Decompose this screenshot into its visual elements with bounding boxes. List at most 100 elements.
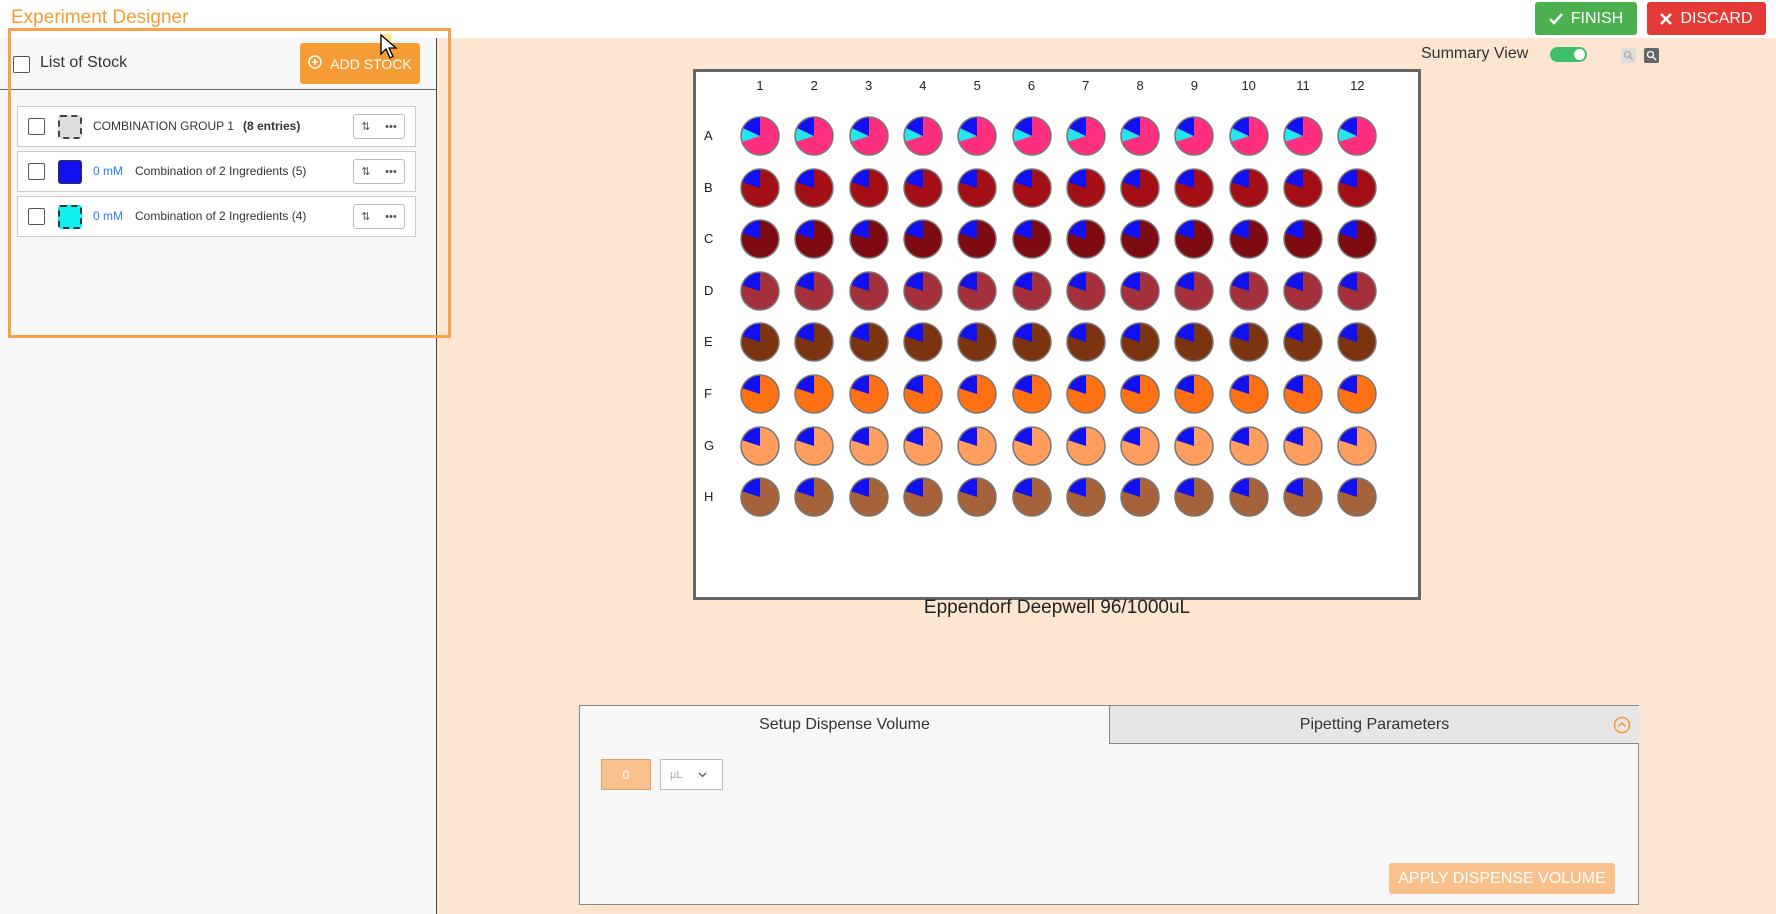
- well[interactable]: [1120, 167, 1160, 208]
- well[interactable]: [740, 219, 780, 259]
- well[interactable]: [848, 116, 889, 156]
- well[interactable]: [957, 167, 997, 208]
- well[interactable]: [1283, 219, 1323, 259]
- well[interactable]: [1120, 374, 1160, 414]
- well[interactable]: [1011, 219, 1052, 259]
- well[interactable]: [903, 374, 943, 414]
- well[interactable]: [1066, 116, 1106, 156]
- well[interactable]: [1283, 167, 1323, 208]
- well[interactable]: [1174, 271, 1215, 311]
- well[interactable]: [740, 477, 780, 517]
- well[interactable]: [1066, 167, 1106, 208]
- well[interactable]: [903, 271, 943, 311]
- well[interactable]: [794, 116, 835, 156]
- well[interactable]: [903, 116, 943, 156]
- well[interactable]: [1337, 425, 1378, 466]
- well[interactable]: [794, 167, 835, 208]
- volume-input[interactable]: 0: [601, 759, 651, 790]
- well[interactable]: [1337, 477, 1378, 517]
- tab-pipetting-parameters[interactable]: Pipetting Parameters: [1109, 706, 1639, 744]
- row-checkbox[interactable]: [28, 163, 45, 180]
- well[interactable]: [1120, 425, 1160, 466]
- well[interactable]: [1228, 425, 1269, 466]
- well[interactable]: [794, 271, 835, 311]
- well[interactable]: [1337, 219, 1378, 259]
- tab-setup-dispense-volume[interactable]: Setup Dispense Volume: [580, 706, 1109, 744]
- apply-dispense-volume-button[interactable]: APPLY DISPENSE VOLUME: [1389, 863, 1615, 894]
- row-checkbox[interactable]: [28, 118, 45, 135]
- stock-row[interactable]: 0 mM Combination of 2 Ingredients (5) ⇅ …: [17, 151, 416, 192]
- well[interactable]: [1066, 477, 1106, 517]
- concentration[interactable]: 0 mM: [93, 164, 123, 178]
- well[interactable]: [903, 167, 943, 208]
- well[interactable]: [1174, 425, 1215, 466]
- well[interactable]: [957, 271, 997, 311]
- color-swatch[interactable]: [58, 160, 82, 184]
- well[interactable]: [1174, 477, 1215, 517]
- concentration[interactable]: 0 mM: [93, 209, 123, 223]
- summary-view-toggle[interactable]: [1550, 47, 1587, 62]
- well[interactable]: [957, 425, 997, 466]
- well[interactable]: [848, 219, 889, 259]
- well[interactable]: [740, 116, 780, 156]
- well[interactable]: [848, 271, 889, 311]
- color-swatch[interactable]: [58, 205, 82, 229]
- well[interactable]: [1066, 374, 1106, 414]
- well[interactable]: [848, 322, 889, 363]
- well[interactable]: [1174, 219, 1215, 259]
- stock-row-group[interactable]: COMBINATION GROUP 1 (8 entries) ⇅ •••: [17, 106, 416, 147]
- well[interactable]: [1228, 167, 1269, 208]
- well[interactable]: [1120, 116, 1160, 156]
- well[interactable]: [957, 116, 997, 156]
- well[interactable]: [848, 477, 889, 517]
- well[interactable]: [1120, 322, 1160, 363]
- well[interactable]: [1337, 116, 1378, 156]
- unit-select[interactable]: µL: [660, 759, 723, 790]
- well[interactable]: [1120, 219, 1160, 259]
- well[interactable]: [1337, 271, 1378, 311]
- well[interactable]: [740, 271, 780, 311]
- well[interactable]: [794, 322, 835, 363]
- sort-icon[interactable]: ⇅: [361, 210, 370, 223]
- well[interactable]: [1174, 374, 1215, 414]
- well[interactable]: [1228, 374, 1269, 414]
- well[interactable]: [740, 322, 780, 363]
- well[interactable]: [1283, 322, 1323, 363]
- well[interactable]: [1283, 116, 1323, 156]
- well[interactable]: [1120, 477, 1160, 517]
- well[interactable]: [1228, 477, 1269, 517]
- well[interactable]: [1011, 374, 1052, 414]
- well[interactable]: [1174, 167, 1215, 208]
- well[interactable]: [1283, 271, 1323, 311]
- well[interactable]: [794, 219, 835, 259]
- well[interactable]: [1337, 167, 1378, 208]
- well[interactable]: [848, 374, 889, 414]
- well[interactable]: [903, 477, 943, 517]
- well[interactable]: [1283, 425, 1323, 466]
- zoom-in-icon[interactable]: [1644, 48, 1659, 63]
- sort-icon[interactable]: ⇅: [361, 165, 370, 178]
- well[interactable]: [1283, 477, 1323, 517]
- well[interactable]: [1228, 322, 1269, 363]
- well[interactable]: [848, 425, 889, 466]
- add-stock-button[interactable]: ADD STOCK: [300, 43, 420, 84]
- well[interactable]: [1011, 477, 1052, 517]
- well[interactable]: [794, 425, 835, 466]
- sort-icon[interactable]: ⇅: [361, 120, 370, 133]
- more-icon[interactable]: •••: [385, 211, 397, 223]
- well[interactable]: [740, 374, 780, 414]
- well[interactable]: [1228, 116, 1269, 156]
- discard-button[interactable]: DISCARD: [1647, 2, 1766, 35]
- well[interactable]: [740, 167, 780, 208]
- well[interactable]: [1011, 322, 1052, 363]
- finish-button[interactable]: FINISH: [1535, 2, 1637, 35]
- well[interactable]: [794, 477, 835, 517]
- well[interactable]: [794, 374, 835, 414]
- well[interactable]: [1066, 322, 1106, 363]
- well[interactable]: [1066, 425, 1106, 466]
- zoom-out-icon[interactable]: [1621, 48, 1636, 63]
- well[interactable]: [1337, 374, 1378, 414]
- select-all-checkbox[interactable]: [13, 56, 30, 73]
- well[interactable]: [1174, 116, 1215, 156]
- row-checkbox[interactable]: [28, 208, 45, 225]
